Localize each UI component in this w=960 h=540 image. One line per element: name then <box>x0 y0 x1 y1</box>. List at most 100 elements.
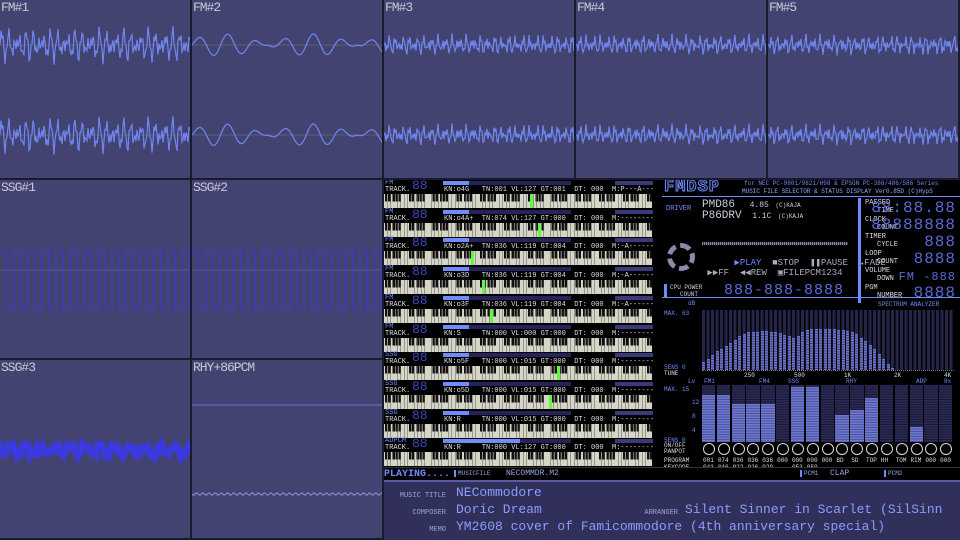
level-group-label: ADP <box>916 378 927 385</box>
spectrum-bar <box>742 333 746 370</box>
music-title: NECommodore <box>456 485 542 500</box>
program-value: 000 <box>806 457 818 464</box>
spectrum-bar <box>783 334 787 370</box>
level-group-label: 8x <box>944 378 952 385</box>
spectrum-bar <box>828 329 832 370</box>
status-label-1: LOOP <box>865 250 882 258</box>
program-value: BD <box>836 457 844 464</box>
level-fill <box>761 404 775 442</box>
channel-label: FM#2 <box>193 0 221 15</box>
track-info: KN:o2A+ TN:036 VL:119 GT:004 DT: 000 M:-… <box>444 243 655 252</box>
track-label: TRACK. <box>385 415 411 424</box>
panpot-knob <box>747 443 760 455</box>
rew-button[interactable]: ◀◀REW <box>740 268 767 278</box>
oscilloscope-fm4: FM#4 <box>576 0 768 180</box>
spectrum-bar <box>868 345 872 370</box>
spectrum-bar <box>823 329 827 370</box>
status-label: LOOP COUNT <box>865 250 898 266</box>
level-fill <box>702 394 716 442</box>
memo-label: MEMO <box>429 526 446 534</box>
spectrum-bar <box>720 349 724 370</box>
track-info: KN:R TN:000 VL:015 GT:000 DT: 000 M:----… <box>444 415 655 424</box>
driver-label: DRIVER <box>666 205 692 213</box>
track-meter <box>615 295 653 300</box>
status-label-2: NUMBER <box>877 292 903 300</box>
track-label: TRACK. <box>385 243 411 252</box>
arranger-label: ARRANGER <box>644 509 678 517</box>
track-row: SSG TRACK. 88 KN:o5D TN:000 VL:015 GT:000 D… <box>384 378 660 410</box>
waveform <box>576 33 766 145</box>
panpot-knob <box>821 443 834 455</box>
program-value: TOP <box>866 457 877 464</box>
track-label: TRACK. <box>385 329 411 338</box>
panpot-knob <box>925 443 938 455</box>
status-value: FM -888 <box>898 270 956 284</box>
spectrum-bar <box>733 339 737 370</box>
active-note <box>470 251 474 266</box>
track-label: TRACK. <box>385 358 411 367</box>
track-label: TRACK. <box>385 300 411 309</box>
track-row: SSG TRACK. 88 KN:R TN:000 VL:015 GT:000 DT:… <box>384 409 660 439</box>
level-fill <box>805 386 820 442</box>
status-label-2: COUNT <box>877 258 899 266</box>
track-level-bar <box>443 181 571 185</box>
level-fill <box>835 415 849 442</box>
driver-copyright-1: (C)KAJA <box>775 202 801 209</box>
spectrum-max: MAX. 63 <box>664 310 690 317</box>
track-level-bar <box>443 381 571 386</box>
spectrum-bar <box>706 358 710 370</box>
panpot-knob <box>851 443 864 455</box>
waveform <box>384 33 574 146</box>
pcm1-label: PCM1 <box>800 470 818 477</box>
oscilloscope-ssg2: SSG#2 <box>192 180 384 360</box>
active-note <box>557 366 561 381</box>
track-info: KN:R TN:000 VL:127 GT:000 DT: 000 M:----… <box>444 444 655 453</box>
level-tick: 12 <box>692 399 700 406</box>
track-row: FM TRACK. 88 KN:o4A+ TN:074 VL:127 GT:000 D… <box>384 208 660 238</box>
spectrum-bar <box>738 335 742 370</box>
ff-button[interactable]: ▶▶FF <box>707 268 729 278</box>
program-value: 000 <box>777 457 788 464</box>
active-note <box>482 280 486 295</box>
level-fill <box>909 426 923 442</box>
track-row: FM TRACK. 88 KN:o2A+ TN:036 VL:119 GT:004 D… <box>384 236 660 266</box>
pcm2-label: PCM2 <box>884 470 902 477</box>
waveform <box>192 404 382 496</box>
cpu-power-label: CPU POWER <box>670 284 703 291</box>
track-meter <box>615 439 653 444</box>
status-label: VOLUME DOWN <box>865 267 894 283</box>
level-group-label: FM4 <box>759 378 770 385</box>
stop-button[interactable]: ■STOP <box>772 258 799 268</box>
oscilloscope-fm1: FM#1 <box>0 0 192 180</box>
level-group-label: RHY <box>846 378 857 385</box>
music-title-label: MUSIC TITLE <box>399 492 446 500</box>
track-row: FM TRACK. 88 KN:o3D TN:036 VL:119 GT:004 DT… <box>384 265 660 295</box>
level-tick: 4 <box>692 427 696 434</box>
track-number: 88 <box>412 378 428 394</box>
oscilloscope-rhy86pcm: RHY+86PCM <box>192 360 384 540</box>
fmdsp-logo: FMDSP <box>663 180 721 198</box>
track-row: ADPCM TRACK. 88 KN:R TN:000 VL:127 GT:000 D… <box>384 437 660 467</box>
track-level-bar <box>443 267 571 272</box>
level-fill <box>746 404 760 442</box>
status-value: 8888 <box>913 284 956 302</box>
play-button[interactable]: ▶PLAY <box>734 258 761 268</box>
program-value: 036 <box>732 457 744 464</box>
track-info: KN:o5F TN:000 VL:015 GT:000 DT: 000 M:--… <box>444 358 655 367</box>
spectrum-bar <box>751 331 755 370</box>
track-meter <box>615 381 653 386</box>
track-row: FM TRACK. 88 KN:S TN:000 VL:000 GT:000 DT: … <box>384 323 660 353</box>
track-info: KN:o4G TN:001 VL:127 GT:001 DT: 000 M:P-… <box>444 186 655 194</box>
spectrum-bar <box>805 330 809 370</box>
active-note <box>529 194 533 208</box>
pause-button[interactable]: ❚❚PAUSE <box>810 258 848 268</box>
piano-keyboard <box>384 308 652 323</box>
status-pgm: PGM NUMBER 8888 <box>858 283 958 303</box>
track-number: 88 <box>412 180 428 193</box>
level-meter <box>702 385 716 442</box>
song-info-panel: MUSIC TITLE NECommodore COMPOSER Doric D… <box>384 480 960 540</box>
spectrum-bar <box>819 329 823 370</box>
waveform <box>0 249 190 311</box>
active-note <box>549 394 553 409</box>
level-meter <box>716 385 731 442</box>
